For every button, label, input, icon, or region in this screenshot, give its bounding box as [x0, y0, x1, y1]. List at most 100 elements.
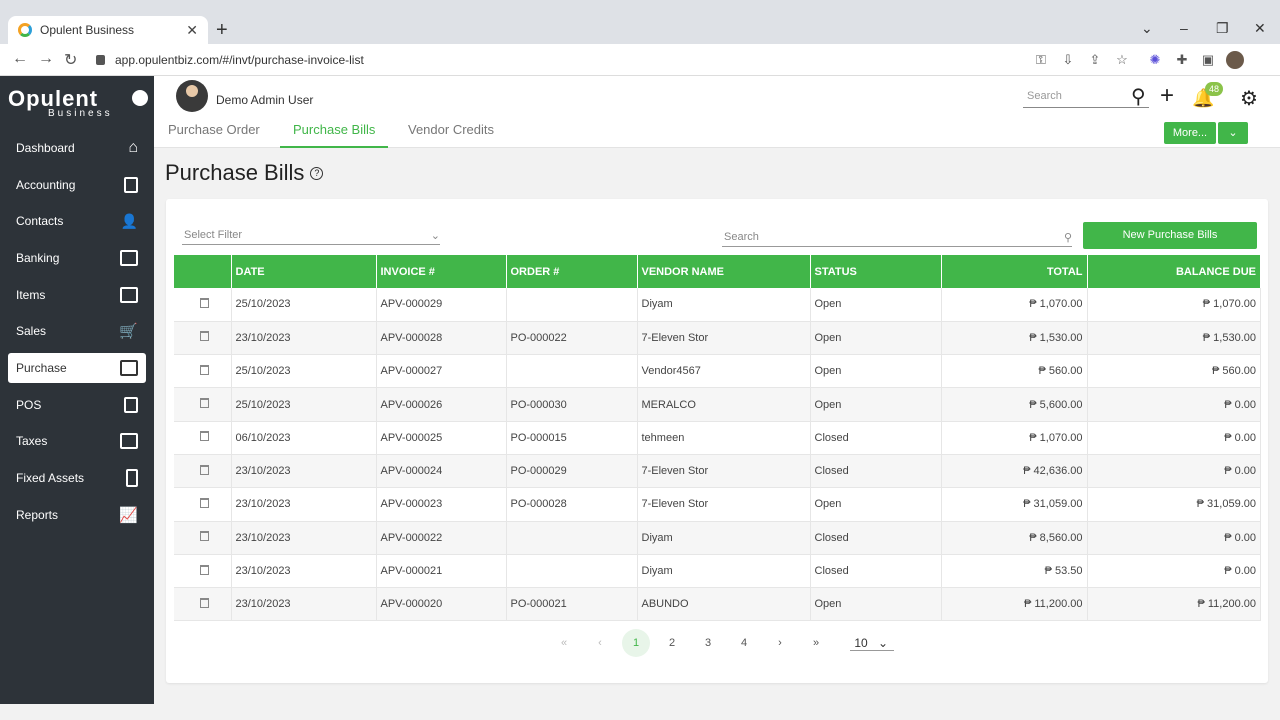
install-icon[interactable]: ⇩	[1060, 52, 1076, 68]
trash-icon[interactable]	[200, 564, 209, 575]
minimize-icon[interactable]: –	[1180, 20, 1188, 36]
column-header-status[interactable]: STATUS	[810, 255, 942, 288]
table-row[interactable]: 23/10/2023 APV-000024 PO-000029 7-Eleven St…	[174, 454, 1261, 489]
column-header-date[interactable]: DATE	[231, 255, 377, 288]
table-row[interactable]: 25/10/2023 APV-000026 PO-000030 MERALCO Open…	[174, 387, 1261, 422]
cell-invoice[interactable]: APV-000024	[376, 454, 507, 489]
page-button-4[interactable]: 4	[726, 637, 762, 649]
sidebar-item-purchase[interactable]: Purchase	[8, 353, 146, 383]
table-row[interactable]: 23/10/2023 APV-000020 PO-000021 ABUNDO Open ₱…	[174, 587, 1261, 622]
more-dropdown-chevron-icon[interactable]: ⌄	[1218, 122, 1248, 144]
last-page-button[interactable]: »	[798, 637, 834, 649]
forward-icon[interactable]: →	[38, 50, 54, 68]
gear-icon[interactable]: ⚙	[1240, 86, 1258, 111]
search-icon[interactable]: ⚲	[1131, 84, 1146, 109]
sidebar-item-reports[interactable]: Reports 📈	[8, 500, 146, 530]
column-header-order[interactable]: ORDER #	[506, 255, 638, 288]
url-text: app.opulentbiz.com/#/invt/purchase-invoi…	[115, 53, 364, 67]
extension-icon[interactable]: ✺	[1147, 52, 1163, 68]
restore-icon[interactable]: ❐	[1216, 20, 1229, 37]
table-row[interactable]: 25/10/2023 APV-000027 Vendor4567 Open ₱ 560.…	[174, 354, 1261, 389]
sidepanel-icon[interactable]: ▣	[1200, 52, 1216, 68]
sidebar-item-label: Sales	[16, 324, 47, 338]
trash-icon[interactable]	[200, 364, 209, 375]
sidebar-item-taxes[interactable]: Taxes	[8, 426, 146, 456]
cell-date: 23/10/2023	[231, 521, 377, 555]
tab-purchase-bills[interactable]: Purchase Bills	[280, 122, 389, 148]
new-tab-icon[interactable]: +	[216, 20, 228, 40]
tab-vendor-credits[interactable]: Vendor Credits	[408, 122, 494, 148]
browser-tab[interactable]: Opulent Business ✕	[8, 16, 208, 44]
table-row[interactable]: 25/10/2023 APV-000029 Diyam Open ₱ 1,070.00 ₱…	[174, 288, 1261, 322]
key-icon[interactable]: ⚿	[1033, 52, 1049, 68]
column-header-total[interactable]: TOTAL	[941, 255, 1088, 288]
help-icon[interactable]: ?	[310, 166, 324, 180]
building-icon	[126, 469, 138, 487]
sidebar-item-pos[interactable]: POS	[8, 390, 146, 420]
trash-icon[interactable]	[200, 331, 209, 342]
sidebar-item-fixed-assets[interactable]: Fixed Assets	[8, 463, 146, 493]
puzzle-icon[interactable]: ✚	[1174, 52, 1190, 68]
trash-icon[interactable]	[200, 597, 209, 608]
close-window-icon[interactable]: ✕	[1254, 20, 1266, 37]
first-page-button[interactable]: «	[546, 637, 582, 649]
more-button[interactable]: More...	[1164, 122, 1216, 144]
new-purchase-bills-button[interactable]: New Purchase Bills	[1083, 222, 1257, 249]
url-field[interactable]: app.opulentbiz.com/#/invt/purchase-invoi…	[96, 48, 1096, 72]
profile-avatar[interactable]	[1226, 51, 1244, 69]
cell-balance-due: ₱ 0.00	[1087, 387, 1261, 422]
close-tab-icon[interactable]: ✕	[186, 22, 198, 39]
trash-icon[interactable]	[200, 431, 209, 442]
table-row[interactable]: 23/10/2023 APV-000021 Diyam Closed ₱ 53.50 ₱ …	[174, 554, 1261, 589]
cell-invoice[interactable]: APV-000020	[376, 587, 507, 622]
cell-invoice[interactable]: APV-000025	[376, 421, 507, 455]
cell-invoice[interactable]: APV-000022	[376, 521, 507, 555]
column-header-balance-due[interactable]: BALANCE DUE	[1087, 255, 1261, 288]
sidebar-item-accounting[interactable]: Accounting	[8, 170, 146, 200]
trash-icon[interactable]	[200, 531, 209, 542]
cell-invoice[interactable]: APV-000027	[376, 354, 507, 389]
cell-invoice[interactable]: APV-000029	[376, 288, 507, 322]
table-row[interactable]: 23/10/2023 APV-000023 PO-000028 7-Eleven St…	[174, 487, 1261, 522]
cell-vendor: 7-Eleven Stor	[637, 321, 811, 356]
page-button-1[interactable]: 1	[622, 629, 650, 657]
cell-invoice[interactable]: APV-000023	[376, 487, 507, 522]
page-title-row: Purchase Bills ?	[165, 160, 324, 186]
next-page-button[interactable]: ›	[762, 637, 798, 649]
page-size-select[interactable]: 10 ⌄	[850, 636, 894, 651]
column-header-vendor[interactable]: VENDOR NAME	[637, 255, 811, 288]
tab-list-chevron-icon[interactable]: ⌄	[1141, 20, 1153, 37]
sidebar-item-items[interactable]: Items	[8, 280, 146, 310]
sidebar-toggle[interactable]	[132, 90, 148, 106]
sidebar-item-sales[interactable]: Sales 🛒	[8, 316, 146, 346]
trash-icon[interactable]	[200, 398, 209, 409]
cell-invoice[interactable]: APV-000021	[376, 554, 507, 589]
prev-page-button[interactable]: ‹	[582, 637, 618, 649]
trash-icon[interactable]	[200, 464, 209, 475]
logo[interactable]: Opulent Business	[8, 86, 113, 119]
star-icon[interactable]: ☆	[1114, 52, 1130, 68]
back-icon[interactable]: ←	[12, 50, 28, 68]
share-icon[interactable]: ⇪	[1087, 52, 1103, 68]
table-row[interactable]: 06/10/2023 APV-000025 PO-000015 tehmeen Clos…	[174, 421, 1261, 455]
cell-invoice[interactable]: APV-000026	[376, 387, 507, 422]
column-header-invoice[interactable]: INVOICE #	[376, 255, 507, 288]
tab-purchase-order[interactable]: Purchase Order	[168, 122, 260, 148]
table-search-input[interactable]: Search ⚲	[722, 231, 1072, 247]
sidebar-item-dashboard[interactable]: Dashboard ⌂	[8, 133, 146, 163]
trash-icon[interactable]	[200, 497, 209, 508]
cell-date: 25/10/2023	[231, 288, 377, 322]
page-button-2[interactable]: 2	[654, 637, 690, 649]
filter-select[interactable]: Select Filter ⌄	[182, 229, 440, 245]
add-icon[interactable]: +	[1160, 82, 1174, 110]
trash-icon[interactable]	[200, 297, 209, 308]
table-row[interactable]: 23/10/2023 APV-000028 PO-000022 7-Eleven St…	[174, 321, 1261, 356]
user-avatar[interactable]	[176, 80, 208, 112]
reload-icon[interactable]: ↻	[64, 50, 77, 70]
cell-invoice[interactable]: APV-000028	[376, 321, 507, 356]
sidebar-item-banking[interactable]: Banking	[8, 243, 146, 273]
page-button-3[interactable]: 3	[690, 637, 726, 649]
cell-total: ₱ 1,070.00	[941, 421, 1088, 455]
sidebar-item-contacts[interactable]: Contacts 👤	[8, 206, 146, 236]
table-row[interactable]: 23/10/2023 APV-000022 Diyam Closed ₱ 8,560.0…	[174, 521, 1261, 555]
